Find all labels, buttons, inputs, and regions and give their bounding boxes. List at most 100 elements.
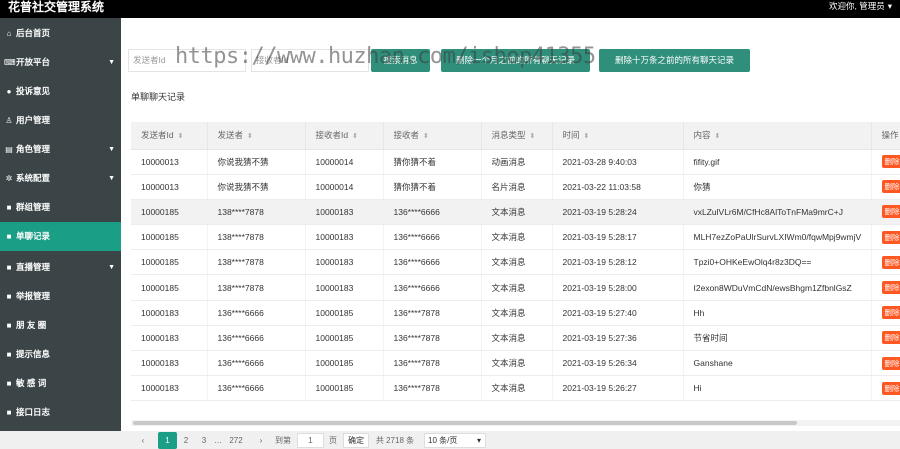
cell-content: 你猜 (683, 174, 871, 199)
cell-type: 文本消息 (481, 275, 552, 300)
column-header-label: 时间 (563, 130, 580, 140)
sort-icon[interactable]: ⬍ (530, 133, 536, 140)
cell-sender: 136****6666 (207, 300, 305, 325)
sidebar-item-label: 群组管理 (16, 202, 50, 212)
chevron-down-icon: ▾ (888, 0, 892, 12)
cell-receiver-id: 10000185 (305, 325, 383, 350)
sidebar-item-label: 开放平台 (16, 57, 50, 67)
sort-icon[interactable]: ⬍ (352, 133, 358, 140)
cell-time: 2021-03-19 5:28:24 (552, 199, 683, 224)
cell-actions: 删除 (871, 149, 900, 174)
column-header[interactable]: 发送者⬍ (207, 122, 305, 149)
cell-sender-id: 10000183 (131, 325, 207, 350)
next-page-button[interactable]: › (254, 432, 268, 449)
delete-month-button[interactable]: 删除一个月之前的所有聊天记录 (441, 49, 590, 72)
prev-page-button[interactable]: ‹ (136, 432, 150, 449)
sort-icon[interactable]: ⬍ (247, 133, 253, 140)
cell-content: 节省时间 (683, 325, 871, 350)
sidebar-item-2[interactable]: ●投诉意见 (0, 77, 121, 106)
sidebar-item-label: 后台首页 (16, 28, 50, 38)
horizontal-scrollbar[interactable] (131, 420, 900, 426)
sidebar-item-10[interactable]: ■朋 友 圈 (0, 311, 121, 340)
cell-type: 文本消息 (481, 225, 552, 250)
column-header[interactable]: 消息类型⬍ (481, 122, 552, 149)
table-row: 10000013你说我猜不猜10000014猜你猜不着名片消息2021-03-2… (131, 174, 900, 199)
cell-receiver: 136****7878 (383, 351, 481, 376)
column-header[interactable]: 接收者⬍ (383, 122, 481, 149)
cell-content: Ganshane (683, 351, 871, 376)
cell-receiver: 猜你猜不着 (383, 149, 481, 174)
column-header[interactable]: 接收者Id⬍ (305, 122, 383, 149)
sidebar-item-6[interactable]: ■群组管理 (0, 193, 121, 222)
search-button[interactable]: 搜索消息 (371, 49, 430, 72)
cell-time: 2021-03-19 5:27:36 (552, 325, 683, 350)
sidebar: ⌂后台首页⌨开放平台▼●投诉意见♙用户管理▤角色管理▼✲系统配置▼■群组管理■单… (0, 18, 121, 431)
cell-time: 2021-03-28 9:40:03 (552, 149, 683, 174)
goto-label: 到第 (272, 432, 294, 449)
table-row: 10000185138****787810000183136****6666文本… (131, 250, 900, 275)
page-1[interactable]: 1 (158, 432, 177, 449)
column-header[interactable]: 发送者Id⬍ (131, 122, 207, 149)
cell-content: Tpzi0+OHKeEwOlq4r8z3DQ== (683, 250, 871, 275)
sidebar-item-3[interactable]: ♙用户管理 (0, 106, 121, 135)
user-menu[interactable]: 欢迎你, 管理员▾ (829, 0, 892, 12)
sidebar-item-label: 系统配置 (16, 173, 50, 183)
delete-button[interactable]: 删除 (882, 155, 900, 168)
cell-actions: 删除 (871, 351, 900, 376)
delete-button[interactable]: 删除 (882, 331, 900, 344)
delete-button[interactable]: 删除 (882, 382, 900, 395)
delete-button[interactable]: 删除 (882, 306, 900, 319)
sidebar-item-0[interactable]: ⌂后台首页 (0, 19, 121, 48)
sender-id-input[interactable]: 发送者Id (128, 49, 246, 72)
sidebar-item-1[interactable]: ⌨开放平台▼ (0, 48, 121, 77)
sidebar-item-label: 提示信息 (16, 349, 50, 359)
delete-button[interactable]: 删除 (882, 256, 900, 269)
column-header-label: 内容 (694, 130, 711, 140)
delete-button[interactable]: 删除 (882, 281, 900, 294)
cell-sender: 138****7878 (207, 275, 305, 300)
sidebar-item-label: 角色管理 (16, 144, 50, 154)
delete-button[interactable]: 删除 (882, 180, 900, 193)
delete-button[interactable]: 删除 (882, 231, 900, 244)
sort-icon[interactable]: ⬍ (584, 133, 590, 140)
column-header[interactable]: 内容 ⬍ (683, 122, 871, 149)
expand-arrow-icon: ▼ (108, 164, 115, 193)
cell-sender: 138****7878 (207, 225, 305, 250)
sidebar-item-7[interactable]: ■单聊记录 (0, 222, 121, 251)
scrollbar-thumb[interactable] (133, 421, 797, 425)
page-3[interactable]: 3 (197, 432, 211, 449)
sort-icon[interactable]: ⬍ (178, 133, 184, 140)
sidebar-item-12[interactable]: ■敏 感 词 (0, 369, 121, 398)
cell-type: 文本消息 (481, 325, 552, 350)
goto-confirm-button[interactable]: 确定 (343, 433, 369, 448)
cell-receiver-id: 10000014 (305, 149, 383, 174)
cell-receiver-id: 10000183 (305, 225, 383, 250)
sidebar-item-8[interactable]: ■直播管理▼ (0, 253, 121, 282)
sidebar-item-label: 单聊记录 (16, 231, 50, 241)
sidebar-item-4[interactable]: ▤角色管理▼ (0, 135, 121, 164)
section-title: 单聊聊天记录 (131, 90, 185, 103)
cell-sender: 136****6666 (207, 325, 305, 350)
sidebar-item-11[interactable]: ■提示信息 (0, 340, 121, 369)
column-header[interactable]: 时间 ⬍ (552, 122, 683, 149)
page-2[interactable]: 2 (179, 432, 193, 449)
cell-receiver: 136****6666 (383, 225, 481, 250)
sidebar-item-9[interactable]: ■举报管理 (0, 282, 121, 311)
receiver-id-input[interactable]: 接收者Id (251, 49, 369, 72)
delete-100k-button[interactable]: 删除十万条之前的所有聊天记录 (599, 49, 750, 72)
cell-content: vxLZulVLr6M/CfHc8AlToTnFMa9mrC+J (683, 199, 871, 224)
sort-icon[interactable]: ⬍ (715, 133, 721, 140)
cell-sender-id: 10000185 (131, 250, 207, 275)
cell-sender: 你说我猜不猜 (207, 174, 305, 199)
cell-receiver-id: 10000185 (305, 376, 383, 401)
goto-page-input[interactable]: 1 (297, 433, 324, 448)
delete-button[interactable]: 删除 (882, 205, 900, 218)
page-size-select[interactable]: 10 条/页▾ (424, 433, 486, 448)
sidebar-item-5[interactable]: ✲系统配置▼ (0, 164, 121, 193)
page-last[interactable]: 272 (227, 432, 245, 449)
sidebar-item-13[interactable]: ■接口日志 (0, 398, 121, 427)
sort-icon[interactable]: ⬍ (423, 133, 429, 140)
delete-button[interactable]: 删除 (882, 357, 900, 370)
menu-icon: ■ (4, 282, 14, 311)
cell-receiver-id: 10000183 (305, 275, 383, 300)
